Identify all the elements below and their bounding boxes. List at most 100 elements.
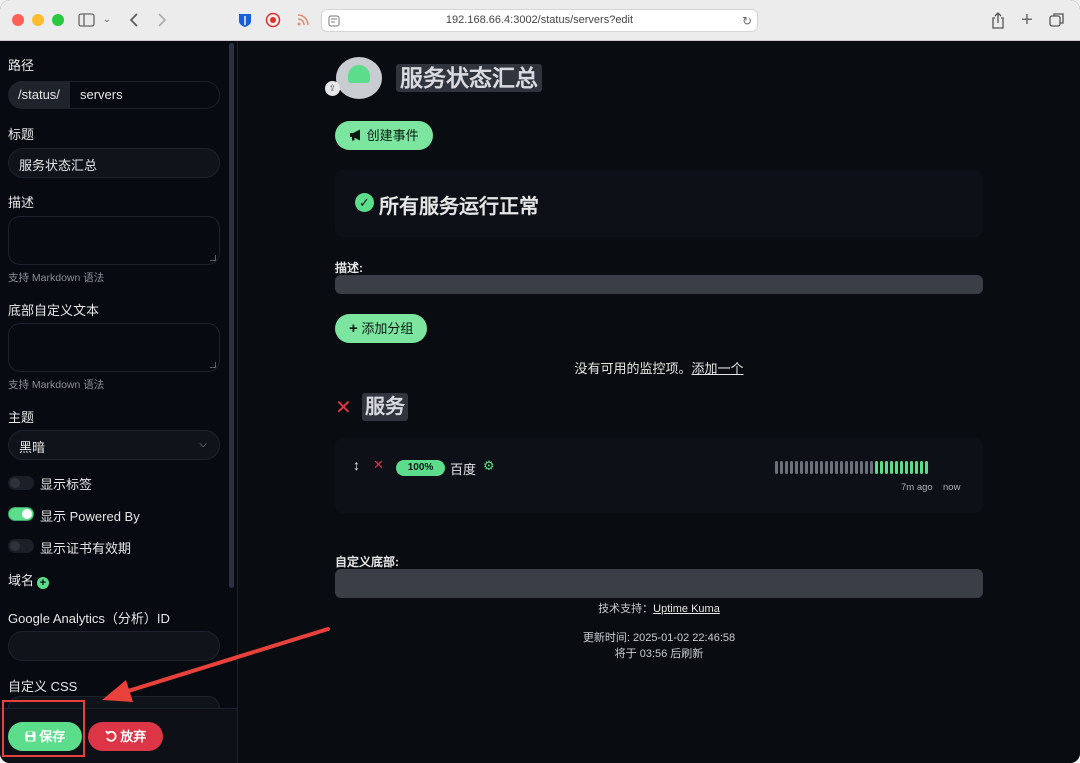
- resize-handle-icon[interactable]: [210, 255, 216, 261]
- toggle-show-tags[interactable]: [8, 476, 34, 490]
- tab-overview-icon[interactable]: [1047, 10, 1067, 30]
- password-manager-icon[interactable]: [236, 10, 254, 30]
- empty-monitor-text: 没有可用的监控项。: [574, 361, 692, 376]
- heartbeat-bar-item[interactable]: [875, 461, 878, 474]
- share-icon[interactable]: [988, 10, 1008, 30]
- uptime-kuma-link[interactable]: Uptime Kuma: [653, 603, 720, 615]
- check-circle-icon: ✓: [355, 193, 374, 212]
- reload-icon[interactable]: ↻: [740, 11, 754, 31]
- back-icon[interactable]: [126, 10, 142, 30]
- heartbeat-bar-item[interactable]: [830, 461, 833, 474]
- group-title[interactable]: 服务: [362, 393, 408, 421]
- heartbeat-bar-item[interactable]: [855, 461, 858, 474]
- heartbeat-bar-item[interactable]: [890, 461, 893, 474]
- description-textarea[interactable]: [8, 216, 220, 265]
- zoom-window-button[interactable]: [52, 14, 64, 26]
- uptime-badge: 100%: [396, 460, 445, 476]
- custom-footer-editor[interactable]: [335, 569, 983, 598]
- toggle-show-tags-label: 显示标签: [40, 477, 93, 492]
- heartbeat-bar-item[interactable]: [880, 461, 883, 474]
- heartbeat-bar-item[interactable]: [925, 461, 928, 474]
- discard-button-label: 放弃: [120, 729, 147, 744]
- close-window-button[interactable]: [12, 14, 24, 26]
- toggle-show-cert-expiry[interactable]: [8, 539, 34, 553]
- path-input[interactable]: servers: [70, 81, 220, 109]
- toggle-show-powered-by[interactable]: [8, 507, 34, 521]
- heartbeat-bar-item[interactable]: [800, 461, 803, 474]
- heartbeat-bar-item[interactable]: [825, 461, 828, 474]
- footer-textarea[interactable]: [8, 323, 220, 372]
- empty-monitor-message: 没有可用的监控项。添加一个: [238, 358, 1080, 377]
- heartbeat-bar-item[interactable]: [915, 461, 918, 474]
- monitor-name[interactable]: 百度: [450, 459, 476, 478]
- theme-select[interactable]: 黑暗 ⌵: [8, 430, 220, 460]
- add-domain-icon[interactable]: +: [37, 577, 50, 589]
- minimize-window-button[interactable]: [32, 14, 44, 26]
- description-editor[interactable]: [335, 275, 983, 294]
- google-analytics-input[interactable]: [8, 631, 220, 661]
- sidebar-toggle-icon[interactable]: [76, 10, 96, 30]
- page-title[interactable]: 服务状态汇总: [396, 64, 542, 92]
- chevron-down-icon[interactable]: ⌄: [100, 10, 114, 30]
- heartbeat-bar-item[interactable]: [840, 461, 843, 474]
- upload-icon[interactable]: ⇪: [325, 81, 340, 96]
- remove-monitor-icon[interactable]: ✕: [373, 457, 384, 473]
- drag-handle-icon[interactable]: ↕: [353, 457, 360, 473]
- status-page-preview: ⇪ 服务状态汇总 创建事件 ✓ 所有服务运行正常 描述: + 添加分组 没有可用…: [238, 41, 1080, 763]
- heartbeat-bar-item[interactable]: [805, 461, 808, 474]
- heartbeat-bar-item[interactable]: [835, 461, 838, 474]
- heartbeat-bar-item[interactable]: [820, 461, 823, 474]
- heartbeat-bar-item[interactable]: [850, 461, 853, 474]
- theme-select-value: 黑暗: [19, 440, 46, 455]
- create-incident-button[interactable]: 创建事件: [335, 121, 433, 150]
- add-group-button[interactable]: + 添加分组: [335, 314, 428, 343]
- heartbeat-bar-item[interactable]: [780, 461, 783, 474]
- plus-icon: +: [349, 320, 358, 337]
- footer-hint: 支持 Markdown 语法: [8, 379, 105, 391]
- add-monitor-link[interactable]: 添加一个: [692, 361, 744, 376]
- heartbeat-bar-item[interactable]: [905, 461, 908, 474]
- heartbeat-bar-item[interactable]: [790, 461, 793, 474]
- heartbeat-bar-item[interactable]: [860, 461, 863, 474]
- heartbeat-bar-item[interactable]: [795, 461, 798, 474]
- heartbeat-bar-item[interactable]: [900, 461, 903, 474]
- megaphone-icon: [349, 128, 367, 143]
- heartbeat-bar-item[interactable]: [775, 461, 778, 474]
- gear-icon[interactable]: ⚙: [483, 458, 495, 474]
- resize-handle-icon[interactable]: [210, 362, 216, 368]
- add-group-label: 添加分组: [361, 321, 414, 336]
- heartbeat-bar-item[interactable]: [785, 461, 788, 474]
- status-page-logo[interactable]: [336, 57, 382, 99]
- last-updated: 更新时间: 2025-01-02 22:46:58: [582, 632, 736, 644]
- monitor-row: ↕ ✕ 100% 百度 ⚙ 7m ago now: [335, 438, 983, 513]
- save-button-highlight: [2, 700, 85, 757]
- domain-label-text: 域名: [8, 573, 35, 588]
- new-tab-icon[interactable]: +: [1017, 10, 1037, 30]
- heartbeat-bar-item[interactable]: [845, 461, 848, 474]
- heartbeat-bar-item[interactable]: [810, 461, 813, 474]
- rss-icon[interactable]: [294, 10, 312, 30]
- heartbeat-bar-item[interactable]: [870, 461, 873, 474]
- broadcast-icon[interactable]: [264, 10, 282, 30]
- heartbeat-bar-item[interactable]: [815, 461, 818, 474]
- url-text: 192.168.66.4:3002/status/servers?edit: [445, 14, 634, 26]
- edit-sidebar: 路径 /status/ servers 标题 服务状态汇总 描述 支持 Mark…: [0, 41, 238, 763]
- heartbeat-bar-item[interactable]: [920, 461, 923, 474]
- title-input[interactable]: 服务状态汇总: [8, 148, 220, 178]
- heartbeat-bar-item[interactable]: [885, 461, 888, 474]
- address-bar[interactable]: 192.168.66.4:3002/status/servers?edit ↻: [321, 9, 758, 32]
- heartbeat-bar-item[interactable]: [910, 461, 913, 474]
- domain-label: 域名 +: [8, 570, 50, 589]
- discard-button[interactable]: 放弃: [88, 722, 163, 751]
- refresh-countdown: 将于 03:56 后刷新: [614, 648, 704, 660]
- heartbeat-bar-item[interactable]: [865, 461, 868, 474]
- forward-icon[interactable]: [154, 10, 170, 30]
- sidebar-scrollbar[interactable]: [229, 43, 234, 588]
- footer-text-label: 底部自定义文本: [8, 303, 100, 318]
- heartbeat-time-start: 7m ago: [901, 482, 933, 493]
- description-section-label: 描述:: [335, 261, 363, 275]
- delete-group-icon[interactable]: ✕: [335, 395, 352, 420]
- toggle-show-powered-by-label: 显示 Powered By: [40, 509, 140, 524]
- heartbeat-bar-item[interactable]: [895, 461, 898, 474]
- description-label: 描述: [8, 195, 35, 210]
